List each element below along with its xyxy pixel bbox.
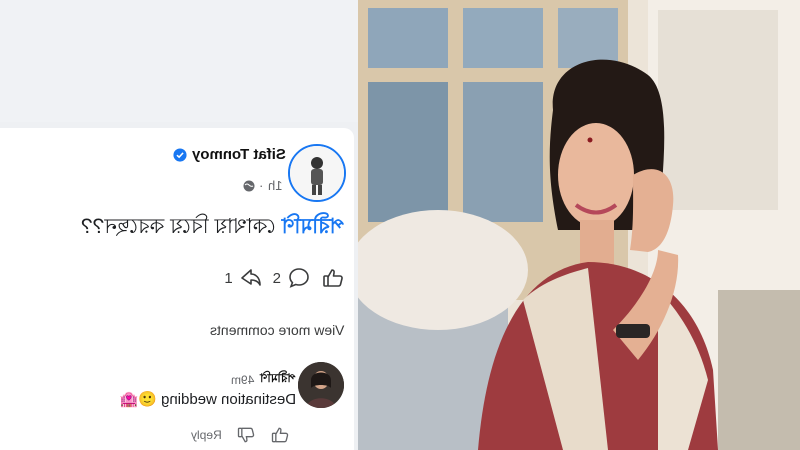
reply-button[interactable]: Reply bbox=[191, 428, 222, 442]
comment-text: Destination wedding bbox=[160, 390, 296, 408]
share-icon bbox=[240, 269, 261, 286]
post-body: কোথায় বিয়ে করছেন?? bbox=[81, 215, 276, 238]
comment-emoji: 🏩🙂 bbox=[119, 391, 157, 408]
post-text: পরীমণি কোথায় বিয়ে করছেন?? bbox=[81, 210, 344, 245]
post-actions: 1 2 bbox=[185, 262, 345, 294]
time-separator: · bbox=[259, 178, 264, 193]
thumbs-up-icon bbox=[323, 269, 343, 287]
comment-button[interactable]: 2 bbox=[273, 266, 311, 290]
woman-in-sari-photo bbox=[358, 0, 800, 450]
author-avatar[interactable] bbox=[288, 144, 346, 202]
thumbs-down-icon[interactable] bbox=[236, 425, 256, 445]
share-button[interactable]: 1 bbox=[224, 266, 262, 290]
comment-author-name[interactable]: পরীমণি bbox=[260, 370, 296, 390]
globe-icon bbox=[243, 180, 255, 192]
comment-icon bbox=[289, 268, 309, 288]
commenter-avatar[interactable] bbox=[298, 362, 344, 408]
post-time[interactable]: 1h bbox=[268, 178, 282, 193]
post-author-name[interactable]: Sifat Tonmoy bbox=[192, 146, 286, 163]
comment-count: 2 bbox=[272, 269, 281, 287]
comment-like-icon[interactable] bbox=[270, 425, 290, 445]
share-count: 1 bbox=[224, 269, 233, 287]
comment-time[interactable]: 49m bbox=[231, 373, 254, 387]
verified-badge-icon bbox=[173, 147, 187, 162]
mention-tag[interactable]: পরীমণি bbox=[282, 215, 344, 238]
post-panel: Sifat Tonmoy · 1h পরীমণি কোথায় বিয়ে কর… bbox=[0, 0, 358, 450]
view-more-comments-link[interactable]: View more comments bbox=[210, 322, 344, 338]
feed-top-area bbox=[0, 0, 358, 122]
like-button[interactable] bbox=[321, 266, 345, 290]
comment-actions: Reply bbox=[160, 424, 290, 446]
